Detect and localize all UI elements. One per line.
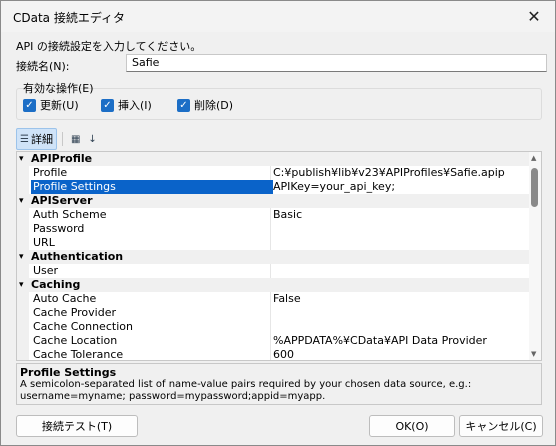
connection-editor-window: CData 接続エディタ ✕ API の接続設定を入力してください。 接続名(N… <box>0 0 556 446</box>
category-name: APIProfile <box>31 152 93 165</box>
window-title: CData 接続エディタ <box>13 11 126 25</box>
detail-view-button[interactable]: ☰ 詳細 <box>16 128 57 150</box>
ok-button[interactable]: OK(O) <box>369 415 455 437</box>
close-icon: ✕ <box>527 6 541 26</box>
collapse-icon[interactable]: ▾ <box>19 152 24 166</box>
property-value[interactable]: Basic <box>271 208 527 222</box>
property-value[interactable]: 600 <box>271 348 527 360</box>
property-row[interactable]: User <box>17 264 541 278</box>
collapse-icon[interactable]: ▾ <box>19 278 24 292</box>
collapse-icon[interactable]: ▾ <box>19 250 24 264</box>
connection-name-input[interactable]: Safie <box>126 54 547 72</box>
alphabetical-button[interactable]: ↓ <box>85 132 101 147</box>
property-name: Password <box>33 222 85 235</box>
connection-name-label: 接続名(N): <box>16 60 70 73</box>
property-name: URL <box>33 236 55 249</box>
description-panel: Profile Settings A semicolon-separated l… <box>16 363 542 405</box>
property-name: Cache Connection <box>33 320 133 333</box>
property-row[interactable]: Profile Settings APIKey=your_api_key; <box>17 180 541 194</box>
test-connection-button[interactable]: 接続テスト(T) <box>16 415 138 437</box>
delete-label: 削除(D) <box>194 99 234 112</box>
property-row[interactable]: Auto Cache False <box>17 292 541 306</box>
property-toolbar: ☰ 詳細 ▦ ↓ <box>16 128 102 150</box>
prompt-text: API の接続設定を入力してください。 <box>16 40 202 53</box>
checkmark-icon: ✓ <box>23 98 36 112</box>
update-checkbox[interactable]: ✓ 更新(U) <box>23 97 79 113</box>
sort-az-icon: ↓ <box>88 133 97 145</box>
category-row[interactable]: ▾ APIProfile <box>17 152 541 166</box>
insert-label: 挿入(I) <box>118 99 152 112</box>
category-name: Authentication <box>31 250 124 263</box>
property-name: User <box>33 264 59 277</box>
property-grid[interactable]: ▾ APIProfile Profile C:¥publish¥lib¥v23¥API… <box>16 151 542 361</box>
category-row[interactable]: ▾ APIServer <box>17 194 541 208</box>
scroll-thumb[interactable] <box>531 168 538 207</box>
property-row[interactable]: Cache Provider <box>17 306 541 320</box>
categorized-icon: ▦ <box>70 133 81 145</box>
operations-label: 有効な操作(E) <box>23 82 94 95</box>
list-icon: ☰ <box>20 133 29 145</box>
property-name: Auto Cache <box>33 292 97 305</box>
property-value[interactable]: %APPDATA%¥CData¥API Data Provider <box>271 334 527 348</box>
cancel-button[interactable]: キャンセル(C) <box>459 415 543 437</box>
property-row[interactable]: Cache Location %APPDATA%¥CData¥API Data P… <box>17 334 541 348</box>
property-name: Profile Settings <box>31 180 273 194</box>
property-name: Cache Tolerance <box>33 348 124 361</box>
category-row[interactable]: ▾ Caching <box>17 278 541 292</box>
checkmark-icon: ✓ <box>101 98 114 112</box>
insert-checkbox[interactable]: ✓ 挿入(I) <box>101 97 152 113</box>
description-title: Profile Settings <box>20 366 117 379</box>
property-row[interactable]: Cache Connection <box>17 320 541 334</box>
category-name: Caching <box>31 278 81 291</box>
title-bar: CData 接続エディタ ✕ <box>1 1 555 32</box>
scroll-down-icon[interactable]: ▼ <box>531 350 536 358</box>
grid-rows: ▾ APIProfile Profile C:¥publish¥lib¥v23¥API… <box>17 152 541 361</box>
collapse-icon[interactable]: ▾ <box>19 194 24 208</box>
property-name: Cache Provider <box>33 306 116 319</box>
close-button[interactable]: ✕ <box>521 4 547 28</box>
property-value[interactable]: C:¥publish¥lib¥v23¥APIProfiles¥Safie.api… <box>271 166 527 180</box>
property-row[interactable]: Auth Scheme Basic <box>17 208 541 222</box>
property-name: Profile <box>33 166 68 179</box>
toolbar-divider <box>61 132 63 146</box>
property-row[interactable]: URL <box>17 236 541 250</box>
delete-checkbox[interactable]: ✓ 削除(D) <box>177 97 233 113</box>
operations-group <box>16 88 542 120</box>
description-text: A semicolon-separated list of name-value… <box>20 379 472 402</box>
property-name: Cache Location <box>33 334 118 347</box>
property-row[interactable]: Cache Tolerance 600 <box>17 348 541 361</box>
category-name: APIServer <box>31 194 93 207</box>
scroll-up-icon[interactable]: ▲ <box>531 154 536 162</box>
categorized-button[interactable]: ▦ <box>68 132 85 147</box>
property-value[interactable]: APIKey=your_api_key; <box>271 180 527 194</box>
update-label: 更新(U) <box>40 99 79 112</box>
property-value[interactable]: False <box>271 292 527 306</box>
checkmark-icon: ✓ <box>177 98 190 112</box>
detail-label: 詳細 <box>30 133 53 146</box>
property-row[interactable]: Password <box>17 222 541 236</box>
category-row[interactable]: ▾ Authentication <box>17 250 541 264</box>
vertical-scrollbar[interactable]: ▲ ▼ <box>529 152 541 360</box>
property-name: Auth Scheme <box>33 208 107 221</box>
property-row[interactable]: Profile C:¥publish¥lib¥v23¥APIProfiles¥Sa… <box>17 166 541 180</box>
